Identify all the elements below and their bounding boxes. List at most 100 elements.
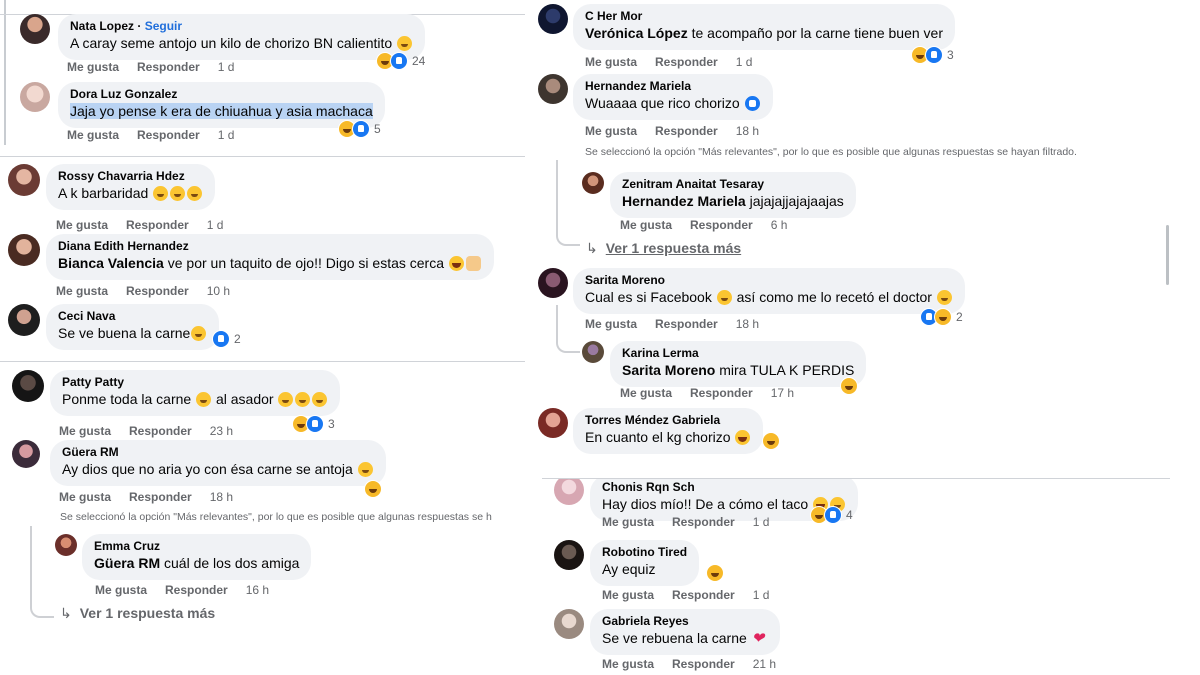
reply-button[interactable]: Responder [690, 386, 753, 400]
mention-link[interactable]: Hernandez Mariela [622, 193, 746, 209]
comment-timestamp[interactable]: 6 h [771, 218, 788, 232]
avatar[interactable] [554, 479, 584, 505]
comment-timestamp[interactable]: 18 h [210, 490, 233, 504]
avatar[interactable] [554, 609, 584, 639]
like-button[interactable]: Me gusta [67, 60, 119, 74]
comment-author[interactable]: Patty Patty [62, 375, 328, 390]
avatar[interactable] [8, 164, 40, 196]
comment-timestamp[interactable]: 16 h [246, 583, 269, 597]
comment-author[interactable]: Karina Lerma [622, 346, 854, 361]
avatar[interactable] [55, 534, 77, 556]
comment-author[interactable]: C Her Mor [585, 9, 943, 24]
comment-author[interactable]: Robotino Tired [602, 545, 687, 560]
avatar[interactable] [538, 408, 568, 438]
follow-link[interactable]: Seguir [145, 19, 182, 33]
reaction-summary[interactable]: 24 [376, 52, 425, 70]
comment-author[interactable]: Dora Luz Gonzalez [70, 87, 373, 102]
comment-author[interactable]: Sarita Moreno [585, 273, 953, 288]
like-button[interactable]: Me gusta [602, 657, 654, 671]
reaction-summary[interactable] [762, 432, 780, 450]
avatar[interactable] [20, 14, 50, 44]
comment-author[interactable]: Nata Lopez [70, 19, 134, 33]
like-button[interactable]: Me gusta [56, 284, 108, 298]
avatar[interactable] [554, 540, 584, 570]
like-button[interactable]: Me gusta [620, 386, 672, 400]
reaction-summary[interactable]: 4 [810, 506, 853, 524]
reply-button[interactable]: Responder [655, 317, 718, 331]
comment-author[interactable]: Rossy Chavarria Hdez [58, 169, 203, 184]
reaction-summary[interactable] [706, 564, 724, 582]
reply-button[interactable]: Responder [165, 583, 228, 597]
like-button[interactable]: Me gusta [602, 588, 654, 602]
avatar[interactable] [538, 74, 568, 104]
reply-button[interactable]: Responder [129, 490, 192, 504]
reply-button[interactable]: Responder [126, 218, 189, 232]
like-button[interactable]: Me gusta [585, 317, 637, 331]
like-button[interactable]: Me gusta [67, 128, 119, 142]
comment-author[interactable]: Zenitram Anaitat Tesaray [622, 177, 844, 192]
comment-timestamp[interactable]: 1 d [753, 588, 770, 602]
comment-timestamp[interactable]: 18 h [736, 317, 759, 331]
view-more-replies-link[interactable]: ↳ Ver 1 respuesta más [60, 605, 215, 622]
avatar[interactable] [538, 4, 568, 34]
reply-button[interactable]: Responder [690, 218, 753, 232]
view-more-replies-link[interactable]: ↳ Ver 1 respuesta más [586, 240, 741, 257]
comment-timestamp[interactable]: 1 d [736, 55, 753, 69]
comment-text: Cual es si Facebook [585, 289, 712, 305]
reply-button[interactable]: Responder [655, 55, 718, 69]
mention-link[interactable]: Bianca Valencia [58, 255, 164, 271]
comment-author[interactable]: Hernandez Mariela [585, 79, 761, 94]
like-button[interactable]: Me gusta [620, 218, 672, 232]
comment-timestamp[interactable]: 10 h [207, 284, 230, 298]
mention-link[interactable]: Verónica López [585, 25, 688, 41]
comment-author[interactable]: Emma Cruz [94, 539, 299, 554]
scrollbar[interactable] [1166, 225, 1169, 285]
avatar[interactable] [12, 370, 44, 402]
comment-timestamp[interactable]: 1 d [753, 515, 770, 529]
mention-link[interactable]: Güera RM [94, 555, 160, 571]
like-button[interactable]: Me gusta [95, 583, 147, 597]
avatar[interactable] [12, 440, 40, 468]
comment-author[interactable]: Ceci Nava [58, 309, 207, 324]
like-button[interactable]: Me gusta [585, 55, 637, 69]
comment-timestamp[interactable]: 17 h [771, 386, 794, 400]
reaction-summary[interactable] [840, 377, 858, 395]
like-button[interactable]: Me gusta [59, 490, 111, 504]
reply-button[interactable]: Responder [137, 60, 200, 74]
comment-timestamp[interactable]: 1 d [218, 60, 235, 74]
like-button[interactable]: Me gusta [602, 515, 654, 529]
avatar[interactable] [582, 172, 604, 194]
avatar[interactable] [538, 268, 568, 298]
reaction-summary[interactable]: 2 [920, 308, 963, 326]
avatar[interactable] [582, 341, 604, 363]
mention-link[interactable]: Sarita Moreno [622, 362, 715, 378]
reply-button[interactable]: Responder [672, 515, 735, 529]
reaction-summary[interactable]: 3 [911, 46, 954, 64]
avatar[interactable] [8, 304, 40, 336]
comment-timestamp[interactable]: 1 d [207, 218, 224, 232]
reply-button[interactable]: Responder [137, 128, 200, 142]
comment-author[interactable]: Güera RM [62, 445, 374, 460]
avatar[interactable] [20, 82, 50, 112]
reaction-summary[interactable]: 3 [292, 415, 335, 433]
reply-button[interactable]: Responder [129, 424, 192, 438]
reaction-summary[interactable]: 5 [338, 120, 381, 138]
reply-button[interactable]: Responder [672, 588, 735, 602]
reply-button[interactable]: Responder [655, 124, 718, 138]
reply-button[interactable]: Responder [672, 657, 735, 671]
like-button[interactable]: Me gusta [585, 124, 637, 138]
comment-timestamp[interactable]: 18 h [736, 124, 759, 138]
comment-timestamp[interactable]: 1 d [218, 128, 235, 142]
comment-author[interactable]: Chonis Rqn Sch [602, 480, 846, 495]
comment-author[interactable]: Diana Edith Hernandez [58, 239, 482, 254]
reaction-summary[interactable]: 2 [212, 330, 241, 348]
comment-timestamp[interactable]: 21 h [753, 657, 776, 671]
reaction-summary[interactable] [364, 480, 382, 498]
avatar[interactable] [8, 234, 40, 266]
like-button[interactable]: Me gusta [56, 218, 108, 232]
reply-button[interactable]: Responder [126, 284, 189, 298]
comment-author[interactable]: Torres Méndez Gabriela [585, 413, 751, 428]
comment-timestamp[interactable]: 23 h [210, 424, 233, 438]
comment-author[interactable]: Gabriela Reyes [602, 614, 768, 629]
like-button[interactable]: Me gusta [59, 424, 111, 438]
